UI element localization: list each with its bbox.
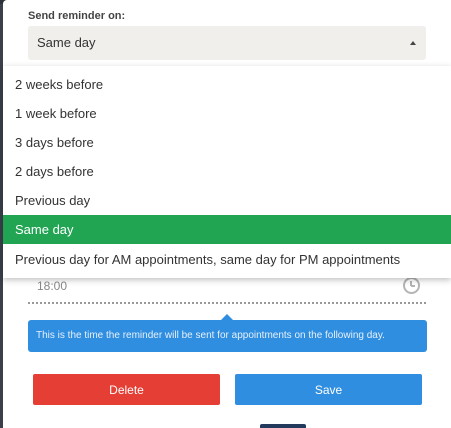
option-previous-day[interactable]: Previous day xyxy=(3,186,451,215)
save-button[interactable]: Save xyxy=(235,374,422,405)
reminder-time-value: 18:00 xyxy=(37,279,68,293)
caret-up-icon xyxy=(410,41,416,45)
option-2-days-before[interactable]: 2 days before xyxy=(3,157,451,186)
reminder-select-value: Same day xyxy=(37,35,96,50)
option-2-weeks-before[interactable]: 2 weeks before xyxy=(3,70,451,99)
reminder-info-tooltip: This is the time the reminder will be se… xyxy=(28,314,427,352)
option-1-week-before[interactable]: 1 week before xyxy=(3,99,451,128)
reminder-dropdown-menu: 2 weeks before 1 week before 3 days befo… xyxy=(3,66,451,278)
option-am-pm-split[interactable]: Previous day for AM appointments, same d… xyxy=(3,245,451,274)
option-3-days-before[interactable]: 3 days before xyxy=(3,128,451,157)
clock-icon[interactable] xyxy=(403,277,420,294)
tooltip-pointer xyxy=(221,314,233,320)
reminder-info-text: This is the time the reminder will be se… xyxy=(36,330,385,341)
reminder-select[interactable]: Same day xyxy=(28,26,426,60)
option-same-day[interactable]: Same day xyxy=(3,215,451,244)
delete-button[interactable]: Delete xyxy=(33,374,220,405)
background-element xyxy=(260,424,306,428)
reminder-label: Send reminder on: xyxy=(28,10,126,22)
